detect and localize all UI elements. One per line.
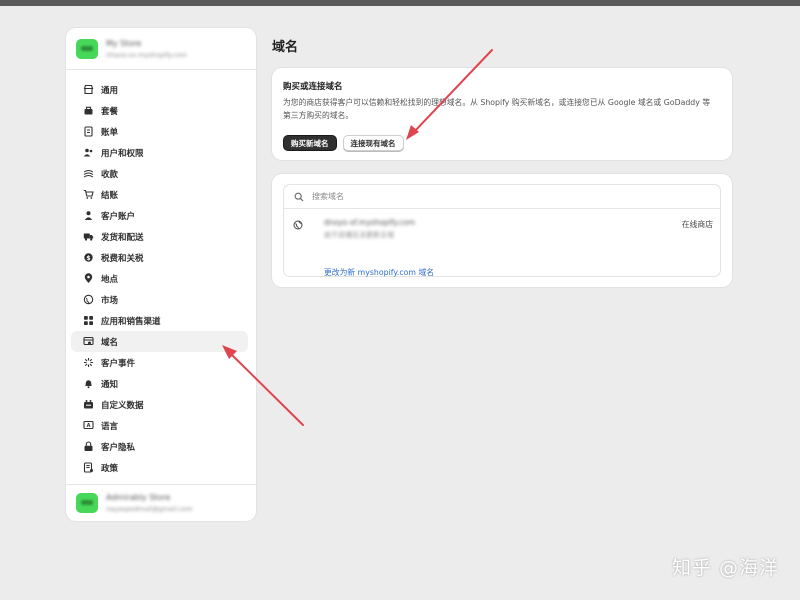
connect-existing-domain-button[interactable]: 连接现有域名 — [342, 135, 404, 151]
payments-icon — [82, 168, 94, 180]
sidebar-item-payments[interactable]: 收款 — [71, 163, 248, 184]
sidebar-item-location[interactable]: 地点 — [71, 268, 248, 289]
events-icon — [82, 357, 94, 369]
domain-row[interactable]: dnoyo-xf.myshopify.com 由于店铺无法更新主域 在线商店 更… — [284, 215, 720, 278]
domain-subtitle: 由于店铺无法更新主域 — [324, 231, 394, 239]
sidebar-item-label: 通用 — [101, 85, 119, 96]
sidebar-item-label: 地点 — [101, 274, 119, 285]
apps-icon — [82, 315, 94, 327]
buy-connect-domain-card: 购买或连接域名 为您的商店获得客户可以信赖和轻松找到的理想域名。从 Shopif… — [272, 68, 732, 160]
domains-list-card: dnoyo-xf.myshopify.com 由于店铺无法更新主域 在线商店 更… — [272, 174, 732, 287]
card-title: 购买或连接域名 — [283, 82, 343, 92]
truck-icon — [82, 231, 94, 243]
search-icon — [294, 192, 304, 201]
plan-icon — [82, 105, 94, 117]
account-name: Admirably Store — [106, 493, 171, 502]
buy-new-domain-button[interactable]: 购买新域名 — [283, 135, 337, 151]
store-switcher[interactable]: My Store nhaxa-xx.myshopify.com — [66, 28, 256, 70]
language-icon: A — [82, 420, 94, 432]
sidebar-item-policy[interactable]: 政策 — [71, 457, 248, 478]
store-name: My Store — [106, 38, 142, 48]
sidebar-item-label: 客户事件 — [101, 358, 136, 369]
domain-name[interactable]: dnoyo-xf.myshopify.com — [324, 218, 415, 227]
card-description: 为您的商店获得客户可以信赖和轻松找到的理想域名。从 Shopify 购买新域名，… — [283, 98, 711, 120]
domain-status: 在线商店 — [681, 220, 713, 229]
globe-icon — [82, 294, 94, 306]
svg-text:A: A — [86, 423, 90, 429]
sidebar-item-label: 客户账户 — [101, 211, 136, 222]
sidebar-item-plan[interactable]: 套餐 — [71, 100, 248, 121]
store-avatar — [76, 38, 98, 59]
settings-sidebar: My Store nhaxa-xx.myshopify.com 通用套餐账单用户… — [66, 28, 256, 521]
sidebar-item-events[interactable]: 客户事件 — [71, 352, 248, 373]
sidebar-item-language[interactable]: A 语言 — [71, 415, 248, 436]
sidebar-item-truck[interactable]: 发货和配送 — [71, 226, 248, 247]
account-switcher[interactable]: Admirably Store nayaxpedmail@gmail.com — [66, 484, 256, 521]
policy-icon — [82, 462, 94, 474]
domain-icon — [82, 336, 94, 348]
lock-icon — [82, 441, 94, 453]
sidebar-item-label: 账单 — [101, 127, 119, 138]
sidebar-item-label: 客户隐私 — [101, 442, 136, 453]
sidebar-item-label: 域名 — [101, 337, 119, 348]
change-myshopify-domain-link[interactable]: 更改为新 myshopify.com 域名 — [324, 267, 434, 278]
sidebar-item-globe[interactable]: 市场 — [71, 289, 248, 310]
sidebar-item-label: 市场 — [101, 295, 119, 306]
person-icon — [82, 210, 94, 222]
sidebar-item-data[interactable]: 自定义数据 — [71, 394, 248, 415]
domains-panel: dnoyo-xf.myshopify.com 由于店铺无法更新主域 在线商店 更… — [283, 184, 721, 277]
tax-icon: $ — [82, 252, 94, 264]
sidebar-item-label: 用户和权限 — [101, 148, 144, 159]
sidebar-item-store[interactable]: 通用 — [71, 79, 248, 100]
sidebar-item-person[interactable]: 客户账户 — [71, 205, 248, 226]
domain-search-bar[interactable] — [284, 185, 720, 209]
store-icon — [82, 84, 94, 96]
bell-icon — [82, 378, 94, 390]
account-avatar — [76, 493, 98, 513]
settings-nav: 通用套餐账单用户和权限收款结账客户账户发货和配送 $ 税费和关税地点市场应用和销售渠… — [66, 70, 256, 478]
location-icon — [82, 273, 94, 285]
sidebar-item-lock[interactable]: 客户隐私 — [71, 436, 248, 457]
sidebar-item-label: 语言 — [101, 421, 119, 432]
sidebar-item-cart[interactable]: 结账 — [71, 184, 248, 205]
billing-icon — [82, 126, 94, 138]
sidebar-item-label: 应用和销售渠道 — [101, 316, 161, 327]
cart-icon — [82, 189, 94, 201]
window-top-bar — [0, 0, 800, 6]
sidebar-item-label: 收款 — [101, 169, 119, 180]
users-icon — [82, 147, 94, 159]
sidebar-item-label: 通知 — [101, 379, 119, 390]
sidebar-item-domain[interactable]: 域名 — [71, 331, 248, 352]
sidebar-item-label: 政策 — [101, 463, 119, 474]
sidebar-item-label: 税费和关税 — [101, 253, 144, 264]
page-title: 域名 — [272, 40, 299, 55]
store-url: nhaxa-xx.myshopify.com — [106, 50, 187, 59]
watermark: 知乎 @海洋 — [672, 557, 780, 579]
sidebar-item-billing[interactable]: 账单 — [71, 121, 248, 142]
sidebar-item-label: 结账 — [101, 190, 119, 201]
globe-icon — [293, 220, 303, 230]
sidebar-item-apps[interactable]: 应用和销售渠道 — [71, 310, 248, 331]
data-icon — [82, 399, 94, 411]
domain-search-input[interactable] — [312, 192, 612, 201]
sidebar-item-label: 套餐 — [101, 106, 119, 117]
sidebar-item-label: 发货和配送 — [101, 232, 144, 243]
sidebar-item-tax[interactable]: $ 税费和关税 — [71, 247, 248, 268]
svg-text:$: $ — [86, 255, 90, 262]
sidebar-item-bell[interactable]: 通知 — [71, 373, 248, 394]
account-email: nayaxpedmail@gmail.com — [106, 505, 193, 513]
sidebar-item-users[interactable]: 用户和权限 — [71, 142, 248, 163]
sidebar-item-label: 自定义数据 — [101, 400, 144, 411]
